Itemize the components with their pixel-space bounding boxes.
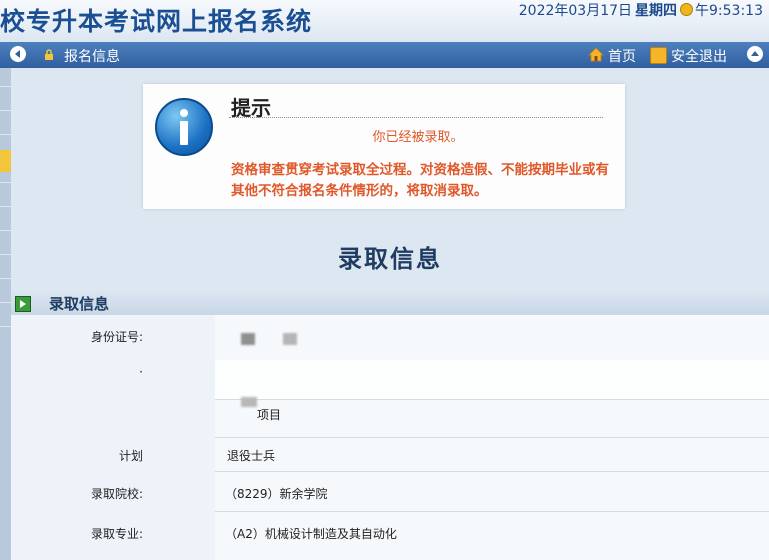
date-time: 2022年03月17日 星期四 午9:53:13 [519,0,763,20]
table-row-school: 录取院校: （8229）新余学院 [11,471,769,512]
logout-link[interactable]: 安全退出 [671,46,727,66]
qualification-warning: 资格审查贯穿考试录取全过程。对资格造假、不能按期毕业或有其他不符合报名条件情形的… [231,162,609,199]
info-icon [155,98,213,156]
home-icon[interactable] [588,47,604,62]
lock-icon [45,49,53,60]
section-header: 录取信息 [11,291,769,315]
row-label: · [139,365,143,379]
system-title: 校专升本考试网上报名系统 [0,7,313,36]
home-link[interactable]: 首页 [608,46,636,66]
admission-message: 你已经被录取。 [372,130,464,145]
notice-box: 提示 你已经被录取。 资格审查贯穿考试录取全过程。对资格造假、不能按期毕业或有其… [143,84,625,209]
table-row-type: 项目 [11,399,769,438]
row-label: 身份证号: [90,330,143,344]
redacted-block [241,397,257,407]
redacted-block [283,333,297,345]
row-label: 计划 [118,449,143,463]
redacted-block [241,333,255,345]
time-text: 午9:53:13 [695,3,763,19]
redaction-overlay [215,359,769,399]
back-arrow-icon[interactable] [10,46,26,62]
sidebar-active-item[interactable] [0,150,11,172]
row-value: 退役士兵 [227,449,276,463]
date-text: 2022年03月17日 [518,3,633,19]
row-value: （8229）新余学院 [225,487,328,501]
row-value: 项目 [257,408,282,422]
table-row-id: 身份证号: [11,315,769,360]
collapse-up-icon[interactable] [747,46,763,62]
row-label: 录取院校: [90,487,143,501]
table-row-major: 录取专业: （A2）机械设计制造及其自动化 [11,511,769,560]
section-title: 录取信息 [49,295,110,313]
row-label: 录取专业: [90,527,143,541]
row-value: （A2）机械设计制造及其自动化 [225,527,397,541]
left-sidebar-strip [0,68,11,560]
weekday-text: 星期四 [635,3,678,19]
notice-divider [229,117,603,118]
nav-bar: 报名信息 首页 安全退出 [0,42,769,68]
breadcrumb-current: 报名信息 [64,49,120,65]
page-heading: 录取信息 [338,245,442,273]
arrow-right-icon [15,296,31,312]
logout-icon[interactable] [650,47,667,64]
clock-icon [680,3,694,16]
table-row-plan: 计划 退役士兵 [11,437,769,472]
top-header: 校专升本考试网上报名系统 2022年03月17日 星期四 午9:53:13 [0,0,769,42]
main-content: 提示 你已经被录取。 资格审查贯穿考试录取全过程。对资格造假、不能按期毕业或有其… [11,68,769,560]
admission-info-table: 身份证号: · 项目 计划 退役士兵 录取院校: （8229）新余学院 录取专业… [11,315,769,560]
